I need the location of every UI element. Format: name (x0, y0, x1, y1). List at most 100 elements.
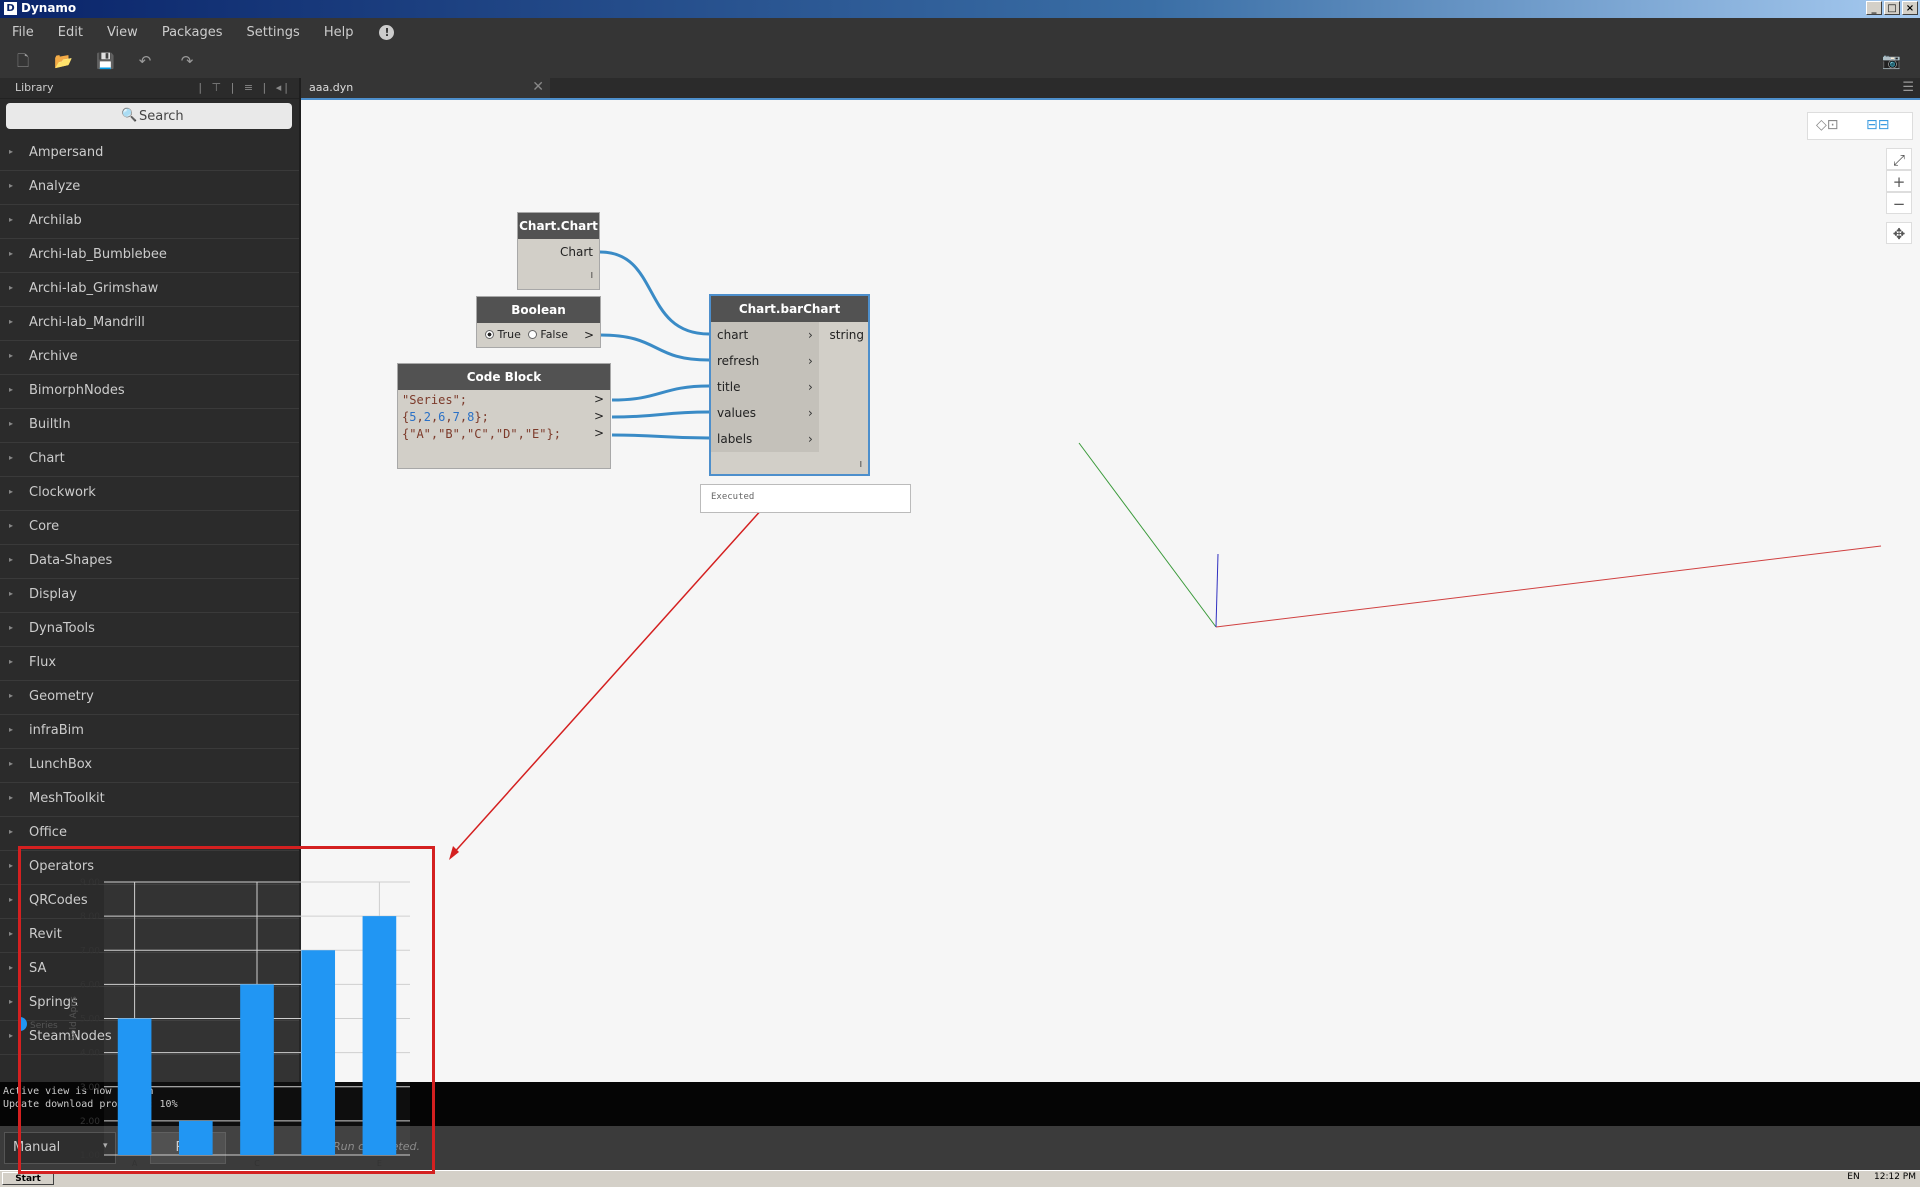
maximize-button[interactable]: □ (1884, 1, 1900, 15)
library-item-lunchbox[interactable]: ▸ LunchBox (0, 749, 299, 783)
library-item-label: DynaTools (29, 621, 95, 636)
pan-icon[interactable]: ✥ (1886, 222, 1912, 244)
graph-view-icon[interactable]: ⊟⊟ (1866, 117, 1889, 133)
chevron-right-icon: ▸ (9, 793, 14, 802)
output-port-boolean[interactable]: > (584, 328, 594, 342)
toolbar: 🗋 📂 💾 ↶ ↷ 📷 (0, 46, 1920, 78)
dynamo-logo-icon: D (4, 2, 17, 15)
library-search-input[interactable] (139, 106, 279, 126)
library-item-label: Display (29, 587, 77, 602)
menu-file[interactable]: File (0, 25, 46, 40)
output-port-chart[interactable]: Chart (560, 245, 593, 259)
geometry-view-icon[interactable]: ◇⊡ (1816, 117, 1839, 133)
library-item-label: Clockwork (29, 485, 96, 500)
node-boolean[interactable]: Boolean True False > (476, 296, 601, 348)
menu-packages[interactable]: Packages (150, 25, 235, 40)
library-item-display[interactable]: ▸ Display (0, 579, 299, 613)
input-port-refresh[interactable]: refresh (717, 354, 759, 368)
library-item-archi-lab-bumblebee[interactable]: ▸ Archi-lab_Bumblebee (0, 239, 299, 273)
code-block-text[interactable]: "Series"; {5,2,6,7,8}; {"A","B","C","D",… (402, 392, 561, 443)
library-item-ampersand[interactable]: ▸ Ampersand (0, 137, 299, 171)
library-item-label: Archilab (29, 213, 82, 228)
node-chart-chart[interactable]: Chart.Chart Chart l (517, 212, 600, 290)
library-item-geometry[interactable]: ▸ Geometry (0, 681, 299, 715)
library-item-archive[interactable]: ▸ Archive (0, 341, 299, 375)
language-indicator[interactable]: EN (1847, 1172, 1859, 1182)
status-text: Executed (711, 492, 755, 502)
boolean-options: True False (485, 328, 568, 341)
output-port-2[interactable]: > (594, 409, 604, 423)
library-search[interactable]: 🔍 (6, 103, 292, 129)
chevron-right-icon: ▸ (9, 759, 14, 768)
tab-aaa-dyn[interactable]: aaa.dyn ✕ (301, 78, 550, 98)
library-item-meshtoolkit[interactable]: ▸ MeshToolkit (0, 783, 299, 817)
library-item-builtin[interactable]: ▸ BuiltIn (0, 409, 299, 443)
library-item-chart[interactable]: ▸ Chart (0, 443, 299, 477)
output-port-string[interactable]: string (830, 328, 864, 342)
radio-false-label: False (540, 328, 568, 341)
undo-icon[interactable]: ↶ (136, 52, 154, 70)
library-item-archilab[interactable]: ▸ Archilab (0, 205, 299, 239)
chevron-right-icon: ▸ (9, 385, 14, 394)
chevron-right-icon: › (808, 354, 813, 368)
input-port-chart[interactable]: chart (717, 328, 748, 342)
library-item-label: Analyze (29, 179, 81, 194)
library-item-label: MeshToolkit (29, 791, 105, 806)
menu-edit[interactable]: Edit (46, 25, 95, 40)
chevron-right-icon: ▸ (9, 487, 14, 496)
radio-true-label: True (497, 328, 521, 341)
close-tab-icon[interactable]: ✕ (532, 79, 544, 95)
chevron-right-icon: ▸ (9, 657, 14, 666)
chevron-right-icon: ▸ (9, 725, 14, 734)
library-item-bimorphnodes[interactable]: ▸ BimorphNodes (0, 375, 299, 409)
input-port-title[interactable]: title (717, 380, 740, 394)
library-view-tools[interactable]: | ⊤ | ≡ | ◂| (198, 81, 291, 94)
close-window-button[interactable]: × (1902, 1, 1918, 15)
library-item-analyze[interactable]: ▸ Analyze (0, 171, 299, 205)
library-item-clockwork[interactable]: ▸ Clockwork (0, 477, 299, 511)
open-file-icon[interactable]: 📂 (54, 52, 73, 70)
notification-icon[interactable]: ! (379, 24, 395, 40)
menu-settings[interactable]: Settings (234, 25, 311, 40)
save-icon[interactable]: 💾 (96, 52, 115, 70)
tab-strip: aaa.dyn ✕ ☰ (301, 78, 1920, 98)
x-axis-line (1215, 545, 1882, 628)
library-item-dynatools[interactable]: ▸ DynaTools (0, 613, 299, 647)
annotation-highlight-box (18, 846, 435, 1174)
output-port-1[interactable]: > (594, 392, 604, 406)
graph-canvas[interactable]: ◇⊡ ⊟⊟ ⤢ + − ✥ Chart.Chart Chart l Boolea… (301, 98, 1920, 1082)
chevron-right-icon: ▸ (9, 929, 14, 938)
node-bar-chart[interactable]: Chart.barChart chart › refresh › title ›… (709, 294, 870, 476)
chevron-right-icon: ▸ (9, 249, 14, 258)
menu-view[interactable]: View (95, 25, 150, 40)
input-port-values[interactable]: values (717, 406, 756, 420)
zoom-out-icon[interactable]: − (1886, 192, 1912, 214)
zoom-fit-icon[interactable]: ⤢ (1886, 148, 1912, 170)
library-item-archi-lab-mandrill[interactable]: ▸ Archi-lab_Mandrill (0, 307, 299, 341)
radio-false[interactable] (527, 330, 537, 339)
chevron-right-icon: ▸ (9, 351, 14, 360)
library-item-label: Data-Shapes (29, 553, 113, 568)
library-item-label: infraBim (29, 723, 84, 738)
camera-icon[interactable]: 📷 (1882, 52, 1901, 70)
window-title-bar: D Dynamo _ □ × (0, 0, 1920, 18)
library-item-archi-lab-grimshaw[interactable]: ▸ Archi-lab_Grimshaw (0, 273, 299, 307)
tab-menu-icon[interactable]: ☰ (1902, 80, 1914, 95)
menu-help[interactable]: Help (312, 25, 366, 40)
library-item-infrabim[interactable]: ▸ infraBim (0, 715, 299, 749)
output-port-3[interactable]: > (594, 426, 604, 440)
menu-bar: File Edit View Packages Settings Help ! (0, 18, 1920, 46)
library-item-core[interactable]: ▸ Core (0, 511, 299, 545)
chevron-right-icon: ▸ (9, 589, 14, 598)
window-title: Dynamo (21, 1, 77, 15)
node-code-block[interactable]: Code Block "Series"; {5,2,6,7,8}; {"A","… (397, 363, 611, 469)
redo-icon[interactable]: ↷ (178, 52, 196, 70)
library-item-data-shapes[interactable]: ▸ Data-Shapes (0, 545, 299, 579)
zoom-in-icon[interactable]: + (1886, 170, 1912, 192)
minimize-button[interactable]: _ (1866, 1, 1882, 15)
library-item-flux[interactable]: ▸ Flux (0, 647, 299, 681)
new-file-icon[interactable]: 🗋 (14, 52, 32, 70)
radio-true[interactable] (485, 330, 494, 339)
input-port-labels[interactable]: labels (717, 432, 752, 446)
chevron-right-icon: ▸ (9, 623, 14, 632)
